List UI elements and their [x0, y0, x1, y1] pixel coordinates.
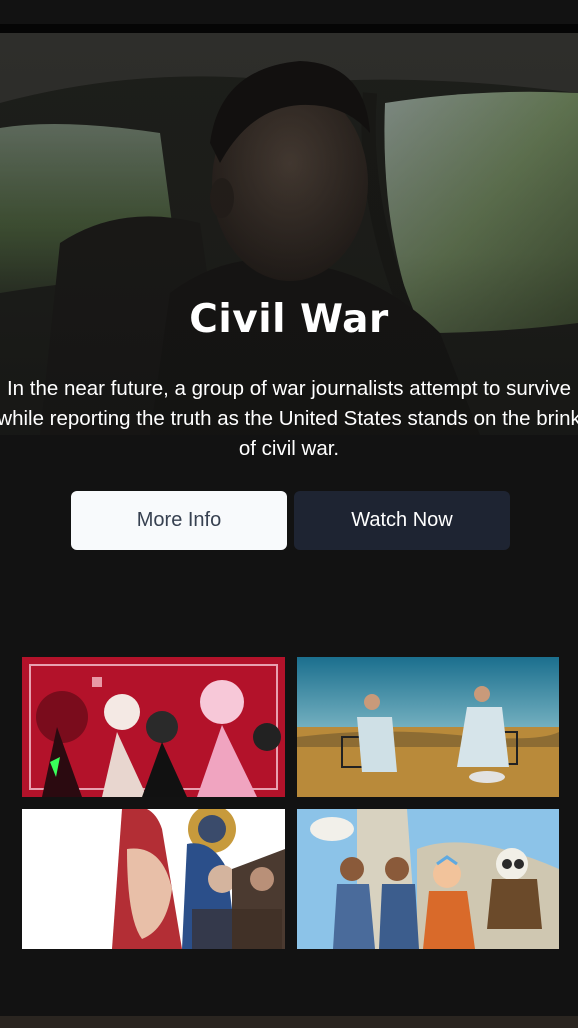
- avatar-last-airbender-poster: [297, 809, 559, 949]
- hazbin-hotel-poster: [22, 657, 285, 797]
- avatar-last-airbender-tile[interactable]: [297, 809, 559, 949]
- top-bar: [0, 0, 578, 33]
- arcane-tile[interactable]: [22, 809, 285, 949]
- more-info-button[interactable]: More Info: [71, 491, 287, 550]
- hero-description: In the near future, a group of war journ…: [0, 377, 578, 460]
- bottom-strip: [0, 1016, 578, 1028]
- arcane-poster: [22, 809, 285, 949]
- breaking-bad-poster: [297, 657, 559, 797]
- hazbin-hotel-tile[interactable]: [22, 657, 285, 797]
- top-bar-divider: [0, 24, 578, 33]
- breaking-bad-tile[interactable]: [297, 657, 559, 797]
- page: Civil War In the near future, a group of…: [0, 0, 578, 1028]
- watch-now-button[interactable]: Watch Now: [294, 491, 510, 550]
- hero-title: Civil War: [189, 297, 389, 342]
